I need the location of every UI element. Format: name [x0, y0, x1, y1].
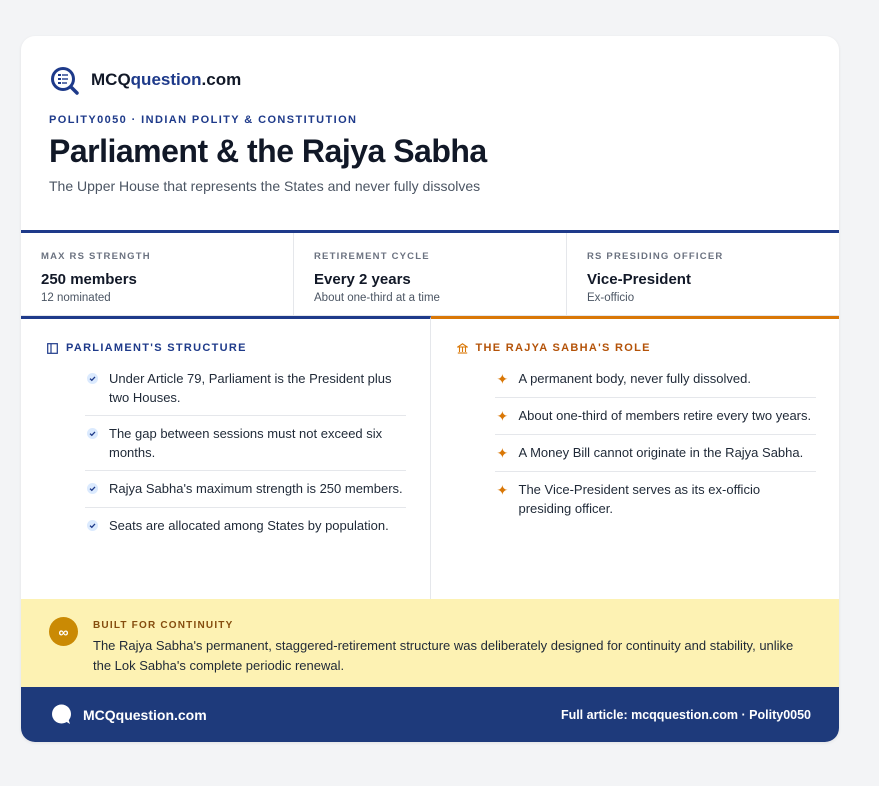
footer-brand[interactable]: MCQquestion.com [51, 704, 207, 725]
list-item-text: Under Article 79, Parliament is the Pres… [109, 371, 392, 405]
list-item: ✦ A Money Bill cannot originate in the R… [494, 443, 816, 472]
sparkle-icon: ✦ [496, 371, 509, 387]
rajya-sabha-role-section: THE RAJYA SABHA'S ROLE ✦ A permanent bod… [430, 316, 840, 599]
speech-bubble-icon [52, 704, 71, 724]
stat-retirement-cycle: RETIREMENT CYCLE Every 2 years About one… [294, 233, 567, 315]
quiz-magnifier-icon [51, 67, 79, 95]
callout-title: BUILT FOR CONTINUITY [93, 620, 234, 631]
section-heading: PARLIAMENT'S STRUCTURE [47, 341, 430, 355]
stat-label: RETIREMENT CYCLE [314, 251, 430, 262]
section-heading: THE RAJYA SABHA'S ROLE [456, 341, 840, 355]
callout-body: BUILT FOR CONTINUITY The Rajya Sabha's p… [93, 617, 811, 687]
section-title: THE RAJYA SABHA'S ROLE [475, 342, 651, 354]
list-item: Seats are allocated among States by popu… [85, 516, 406, 544]
stat-value: Vice-President [587, 271, 691, 288]
list-item-text: A permanent body, never fully dissolved. [518, 371, 751, 386]
page-title: Parliament & the Rajya Sabha [49, 133, 487, 169]
check-icon [87, 428, 98, 439]
list-item: The gap between sessions must not exceed… [85, 424, 406, 471]
list-item: Rajya Sabha's maximum strength is 250 me… [85, 479, 406, 508]
stat-value: 250 members [41, 271, 137, 288]
stat-label: MAX RS STRENGTH [41, 251, 151, 262]
article-code: POLITY0050 · INDIAN POLITY & CONSTITUTIO… [49, 114, 358, 126]
book-icon [47, 342, 58, 354]
building-icon [456, 342, 468, 354]
brand-name: MCQquestion.com [91, 70, 242, 89]
list-item: ✦ About one-third of members retire ever… [494, 406, 816, 435]
page-subtitle: The Upper House that represents the Stat… [49, 178, 481, 194]
footer-brand-text: MCQquestion.com [83, 706, 207, 723]
stat-label: RS PRESIDING OFFICER [587, 251, 724, 262]
stat-max-strength: MAX RS STRENGTH 250 members 12 nominated [21, 233, 294, 315]
full-article-link[interactable]: Full article: mcqquestion.com · Polity00… [561, 708, 811, 722]
infinity-icon: ∞ [49, 617, 78, 646]
structure-list: Under Article 79, Parliament is the Pres… [85, 369, 406, 552]
content-columns: PARLIAMENT'S STRUCTURE Under Article 79,… [21, 316, 839, 599]
list-item: ✦ The Vice-President serves as its ex-of… [495, 480, 816, 526]
parliament-structure-section: PARLIAMENT'S STRUCTURE Under Article 79,… [21, 316, 431, 599]
stat-note: Ex-officio [587, 292, 635, 304]
list-item-text: A Money Bill cannot originate in the Raj… [518, 445, 804, 460]
sparkle-icon: ✦ [496, 482, 509, 498]
list-item-text: About one-third of members retire every … [518, 408, 812, 423]
brand[interactable]: MCQquestion.com [49, 66, 811, 95]
role-list: ✦ A permanent body, never fully dissolve… [494, 369, 816, 534]
list-item-text: Seats are allocated among States by popu… [109, 518, 389, 533]
sparkle-icon: ✦ [496, 408, 509, 424]
callout-text: The Rajya Sabha's permanent, staggered-r… [93, 638, 794, 673]
list-item: ✦ A permanent body, never fully dissolve… [494, 369, 816, 398]
stats-row: MAX RS STRENGTH 250 members 12 nominated… [21, 230, 839, 316]
sparkle-icon: ✦ [496, 445, 509, 461]
header: MCQquestion.com POLITY0050 · INDIAN POLI… [21, 36, 839, 230]
article-card: MCQquestion.com POLITY0050 · INDIAN POLI… [21, 36, 839, 742]
footer: MCQquestion.com Full article: mcqquestio… [21, 687, 839, 742]
list-item-text: The gap between sessions must not exceed… [109, 426, 383, 460]
list-item: Under Article 79, Parliament is the Pres… [85, 369, 406, 416]
stat-note: 12 nominated [41, 292, 111, 304]
check-icon [87, 373, 98, 384]
section-title: PARLIAMENT'S STRUCTURE [66, 342, 247, 354]
stat-presiding-officer: RS PRESIDING OFFICER Vice-President Ex-o… [567, 233, 839, 315]
continuity-callout: ∞ BUILT FOR CONTINUITY The Rajya Sabha's… [21, 599, 839, 687]
check-icon [87, 520, 98, 531]
list-item-text: Rajya Sabha's maximum strength is 250 me… [109, 481, 403, 496]
stat-note: About one-third at a time [314, 292, 440, 304]
stat-value: Every 2 years [314, 271, 411, 288]
check-icon [87, 483, 98, 494]
list-item-text: The Vice-President serves as its ex-offi… [518, 482, 761, 516]
